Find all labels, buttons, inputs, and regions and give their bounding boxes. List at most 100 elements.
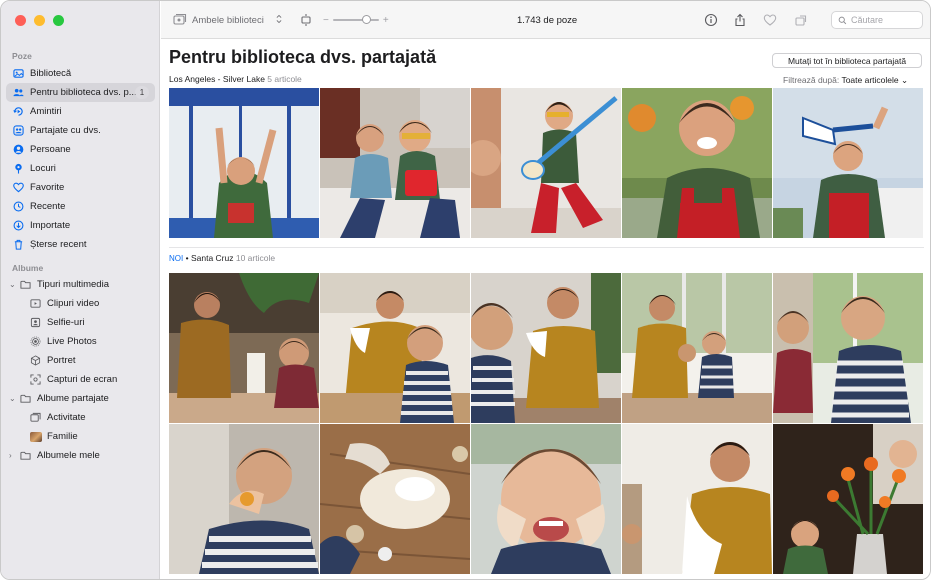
memories-icon bbox=[13, 106, 24, 117]
library-selector-label: Ambele biblioteci bbox=[192, 14, 264, 26]
photo-library-icon bbox=[13, 68, 24, 79]
photo-thumbnail[interactable] bbox=[471, 88, 621, 238]
zoom-slider-track[interactable] bbox=[332, 15, 379, 24]
sidebar-item-favorites[interactable]: Favorite bbox=[6, 178, 155, 197]
toolbar: Ambele biblioteci − + 1.743 de poze bbox=[161, 1, 930, 39]
group-count: 10 articole bbox=[235, 253, 276, 263]
zoom-slider-knob[interactable] bbox=[362, 15, 372, 24]
folder-icon bbox=[20, 450, 31, 461]
photo-thumbnail[interactable] bbox=[320, 424, 470, 574]
favorite-heart-icon[interactable] bbox=[763, 12, 777, 28]
sidebar-item-family[interactable]: Familie bbox=[6, 427, 155, 446]
photo-thumbnail[interactable] bbox=[320, 88, 470, 238]
activity-icon bbox=[30, 412, 41, 423]
sidebar-item-label: Albume partajate bbox=[37, 393, 109, 404]
zoom-out-icon[interactable]: − bbox=[323, 15, 329, 26]
folder-icon bbox=[20, 393, 31, 404]
photo-thumbnail[interactable] bbox=[622, 88, 772, 238]
zoom-in-icon[interactable]: + bbox=[383, 15, 389, 26]
sidebar-item-label: Favorite bbox=[30, 182, 65, 193]
portrait-cube-icon bbox=[30, 355, 41, 366]
sidebar-item-memories[interactable]: Amintiri bbox=[6, 102, 155, 121]
search-icon bbox=[838, 16, 847, 25]
library-stack-icon bbox=[173, 12, 187, 29]
search-field[interactable] bbox=[831, 11, 923, 29]
sidebar-item-label: Pentru biblioteca dvs. p... bbox=[30, 87, 137, 98]
sidebar-item-live-photos[interactable]: Live Photos bbox=[6, 332, 155, 351]
sidebar-item-label: Locuri bbox=[30, 163, 56, 174]
sidebar-item-imports[interactable]: Importate bbox=[6, 216, 155, 235]
photo-thumbnail[interactable] bbox=[773, 88, 923, 238]
sidebar-item-places[interactable]: Locuri bbox=[6, 159, 155, 178]
main-content: Pentru biblioteca dvs. partajată Mutați … bbox=[161, 39, 930, 579]
search-input[interactable] bbox=[851, 15, 921, 25]
close-window-button[interactable] bbox=[15, 15, 26, 26]
photo-thumbnail[interactable] bbox=[622, 424, 772, 574]
photo-thumbnail[interactable] bbox=[773, 424, 923, 574]
heart-icon bbox=[13, 182, 24, 193]
sidebar-group-my-albums[interactable]: › Albumele mele bbox=[6, 446, 155, 465]
sidebar-item-shared-with-you[interactable]: Partajate cu dvs. bbox=[6, 121, 155, 140]
filter-control[interactable]: Filtrează după: Toate articolele ⌄ bbox=[783, 75, 908, 86]
photo-thumbnail[interactable] bbox=[320, 273, 470, 423]
chevron-down-icon[interactable]: ⌄ bbox=[9, 394, 17, 403]
sidebar: Poze Bibliotecă Pentru biblioteca dvs. p… bbox=[1, 1, 160, 579]
sidebar-item-label: Partajate cu dvs. bbox=[30, 125, 101, 136]
sidebar-item-label: Activitate bbox=[47, 412, 86, 423]
group-location: Santa Cruz bbox=[190, 253, 234, 263]
new-badge: NOI bbox=[169, 254, 184, 263]
minimize-window-button[interactable] bbox=[34, 15, 45, 26]
sidebar-item-for-shared-library[interactable]: Pentru biblioteca dvs. p... 1 bbox=[6, 83, 155, 102]
sidebar-item-screenshots[interactable]: Capturi de ecran bbox=[6, 370, 155, 389]
sidebar-item-videos[interactable]: Clipuri video bbox=[6, 294, 155, 313]
sidebar-item-recents[interactable]: Recente bbox=[6, 197, 155, 216]
sidebar-item-library[interactable]: Bibliotecă bbox=[6, 64, 155, 83]
sidebar-item-label: Live Photos bbox=[47, 336, 97, 347]
photo-thumbnail[interactable] bbox=[169, 424, 319, 574]
sidebar-item-label: Importate bbox=[30, 220, 71, 231]
sidebar-item-label: Amintiri bbox=[30, 106, 62, 117]
photo-count: 1.743 de poze bbox=[517, 14, 578, 26]
photo-thumbnail[interactable] bbox=[773, 273, 923, 423]
sidebar-item-label: Familie bbox=[47, 431, 78, 442]
sidebar-group-media-types[interactable]: ⌄ Tipuri multimedia bbox=[6, 275, 155, 294]
family-album-thumbnail bbox=[30, 431, 42, 442]
sidebar-item-label: Persoane bbox=[30, 144, 71, 155]
sidebar-item-people[interactable]: Persoane bbox=[6, 140, 155, 159]
photo-thumbnail[interactable] bbox=[471, 424, 621, 574]
sidebar-item-label: Șterse recent bbox=[30, 239, 87, 250]
library-selector[interactable]: Ambele biblioteci bbox=[173, 12, 284, 28]
selfie-icon bbox=[30, 317, 41, 328]
zoom-window-button[interactable] bbox=[53, 15, 64, 26]
sidebar-item-activity[interactable]: Activitate bbox=[6, 408, 155, 427]
chevron-down-icon: ⌄ bbox=[901, 75, 909, 85]
photo-thumbnail[interactable] bbox=[169, 273, 319, 423]
photo-thumbnail[interactable] bbox=[169, 88, 319, 238]
sidebar-group-shared-albums[interactable]: ⌄ Albume partajate bbox=[6, 389, 155, 408]
page-title: Pentru biblioteca dvs. partajată bbox=[169, 47, 437, 67]
group-location: Los Angeles - Silver Lake bbox=[169, 74, 265, 84]
move-all-to-shared-button[interactable]: Mutați tot în biblioteca partajată bbox=[772, 53, 922, 68]
count-badge: 1 bbox=[135, 86, 149, 99]
share-icon[interactable] bbox=[733, 12, 747, 28]
photo-thumbnail[interactable] bbox=[471, 273, 621, 423]
zoom-slider[interactable]: − + bbox=[323, 12, 389, 28]
person-icon bbox=[13, 144, 24, 155]
sidebar-item-portrait[interactable]: Portret bbox=[6, 351, 155, 370]
chevron-down-icon[interactable]: ⌄ bbox=[9, 280, 17, 289]
live-photo-icon bbox=[30, 336, 41, 347]
sidebar-item-label: Capturi de ecran bbox=[47, 374, 118, 385]
filter-value: Toate articolele bbox=[841, 75, 899, 85]
info-icon[interactable] bbox=[704, 12, 718, 28]
video-icon bbox=[30, 298, 41, 309]
filter-label: Filtrează după: bbox=[783, 75, 840, 85]
section-divider bbox=[169, 247, 924, 248]
sidebar-item-recently-deleted[interactable]: Șterse recent bbox=[6, 235, 155, 254]
rotate-aspect-icon[interactable] bbox=[299, 12, 313, 28]
photo-thumbnail[interactable] bbox=[622, 273, 772, 423]
section-header-photos: Poze bbox=[12, 51, 32, 61]
sidebar-item-selfies[interactable]: Selfie-uri bbox=[6, 313, 155, 332]
sidebar-item-label: Selfie-uri bbox=[47, 317, 85, 328]
chevron-right-icon[interactable]: › bbox=[9, 451, 17, 460]
move-to-shared-icon[interactable] bbox=[794, 12, 808, 28]
